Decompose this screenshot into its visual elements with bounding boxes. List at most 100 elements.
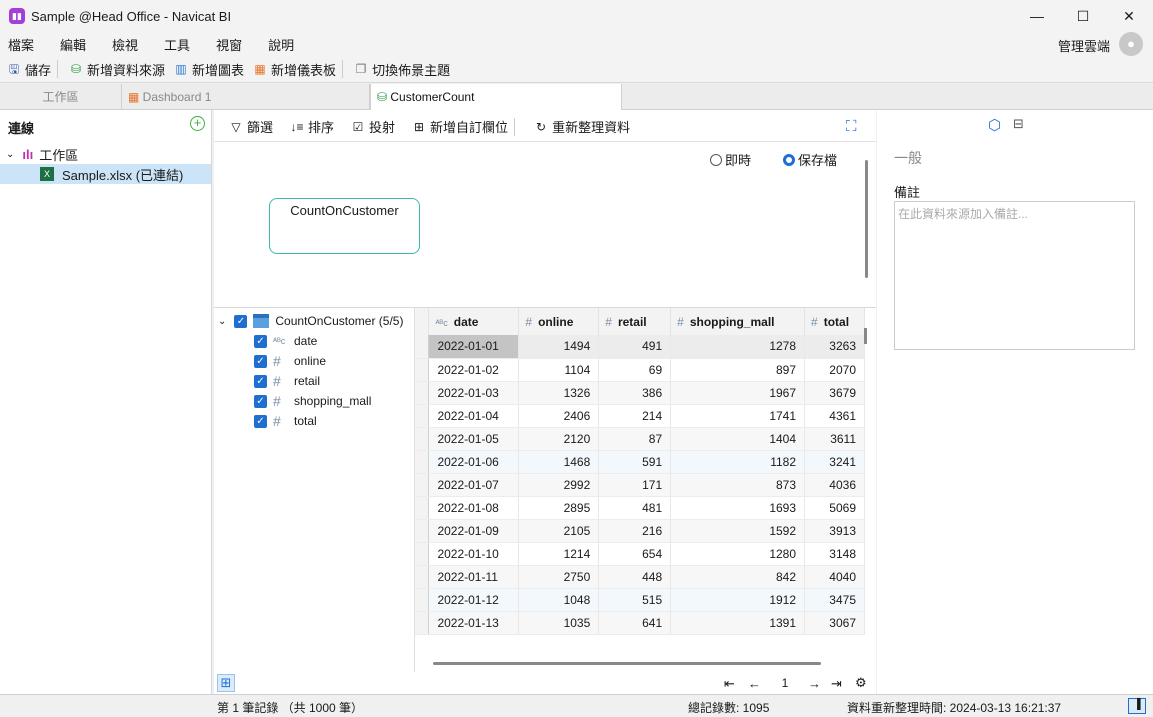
cell-date[interactable]: 2022-01-11 bbox=[428, 565, 520, 589]
cell-shopping-mall[interactable]: 1278 bbox=[670, 335, 806, 359]
settings-icon[interactable]: ⚙ bbox=[855, 675, 867, 691]
cell-online[interactable]: 2105 bbox=[518, 519, 600, 543]
table-row[interactable]: 2022-01-09 2105 216 1592 3913 bbox=[415, 519, 865, 543]
tab-customercount[interactable]: ⛁ CustomerCount bbox=[370, 84, 622, 111]
table-row[interactable]: 2022-01-13 1035 641 1391 3067 bbox=[415, 611, 865, 635]
cell-retail[interactable]: 591 bbox=[598, 450, 672, 474]
sort-button[interactable]: ↓≡ 排序 bbox=[289, 117, 335, 136]
menu-file[interactable]: 檔案 bbox=[8, 35, 34, 54]
cell-total[interactable]: 3241 bbox=[804, 450, 865, 474]
horizontal-scrollbar[interactable] bbox=[433, 662, 821, 665]
cell-online[interactable]: 2750 bbox=[518, 565, 600, 589]
cell-date[interactable]: 2022-01-04 bbox=[428, 404, 520, 428]
row-header[interactable] bbox=[415, 358, 430, 382]
cell-date[interactable]: 2022-01-01 bbox=[428, 335, 520, 359]
filter-button[interactable]: ▽ 篩選 bbox=[228, 117, 273, 136]
cell-retail[interactable]: 171 bbox=[598, 473, 672, 497]
cell-online[interactable]: 1468 bbox=[518, 450, 600, 474]
column-header-retail[interactable]: # retail bbox=[598, 308, 672, 335]
minimize-button[interactable]: — bbox=[1014, 0, 1060, 32]
cell-retail[interactable]: 386 bbox=[598, 381, 672, 405]
table-row[interactable]: 2022-01-04 2406 214 1741 4361 bbox=[415, 404, 865, 428]
column-header-total[interactable]: # total bbox=[804, 308, 865, 335]
table-row[interactable]: 2022-01-01 1494 491 1278 3263 bbox=[415, 335, 865, 359]
data-grid[interactable]: ᴬᴮc date # online # retail # shopping_mall #… bbox=[415, 308, 865, 638]
table-row[interactable]: 2022-01-05 2120 87 1404 3611 bbox=[415, 427, 865, 451]
cell-retail[interactable]: 491 bbox=[598, 335, 672, 359]
table-row[interactable]: 2022-01-03 1326 386 1967 3679 bbox=[415, 381, 865, 405]
cell-shopping-mall[interactable]: 1280 bbox=[670, 542, 806, 566]
cell-shopping-mall[interactable]: 873 bbox=[670, 473, 806, 497]
new-dashboard-button[interactable]: ▦ 新增儀表板 bbox=[252, 60, 336, 79]
cell-shopping-mall[interactable]: 842 bbox=[670, 565, 806, 589]
field-row-online[interactable]: ✓ # online bbox=[254, 351, 326, 371]
add-connection-icon[interactable]: + bbox=[190, 116, 205, 131]
tab-workspace[interactable]: 工作區 bbox=[0, 84, 122, 110]
tree-workspace[interactable]: ⌄ ılı 工作區 bbox=[6, 145, 78, 164]
cell-date[interactable]: 2022-01-02 bbox=[428, 358, 520, 382]
project-button[interactable]: ☑ 投射 bbox=[350, 117, 395, 136]
last-page-icon[interactable]: ⇥ bbox=[831, 676, 842, 692]
tab-dashboard-1[interactable]: ▦ Dashboard 1 bbox=[122, 84, 370, 110]
column-header-shopping-mall[interactable]: # shopping_mall bbox=[670, 308, 806, 335]
switch-theme-button[interactable]: ❐ 切換佈景主題 bbox=[353, 60, 450, 79]
row-header[interactable] bbox=[415, 381, 430, 405]
avatar-icon[interactable]: ● bbox=[1119, 32, 1143, 56]
cell-date[interactable]: 2022-01-12 bbox=[428, 588, 520, 612]
cell-online[interactable]: 2406 bbox=[518, 404, 600, 428]
table-row[interactable]: 2022-01-12 1048 515 1912 3475 bbox=[415, 588, 865, 612]
row-header[interactable] bbox=[415, 404, 430, 428]
checkbox-icon[interactable]: ✓ bbox=[254, 374, 267, 388]
prev-page-icon[interactable]: ← bbox=[748, 676, 761, 691]
cell-online[interactable]: 1326 bbox=[518, 381, 600, 405]
maximize-button[interactable]: ☐ bbox=[1060, 0, 1106, 32]
structure-icon[interactable]: ⊟ bbox=[1013, 116, 1024, 132]
cell-shopping-mall[interactable]: 1967 bbox=[670, 381, 806, 405]
menu-edit[interactable]: 編輯 bbox=[60, 35, 86, 54]
column-header-online[interactable]: # online bbox=[518, 308, 600, 335]
checkbox-icon[interactable]: ✓ bbox=[254, 414, 267, 428]
table-row[interactable]: 2022-01-10 1214 654 1280 3148 bbox=[415, 542, 865, 566]
cell-total[interactable]: 4040 bbox=[804, 565, 865, 589]
add-custom-field-button[interactable]: ⊞ 新增自訂欄位 bbox=[411, 117, 508, 136]
cell-total[interactable]: 4361 bbox=[804, 404, 865, 428]
cell-total[interactable]: 2070 bbox=[804, 358, 865, 382]
menu-view[interactable]: 檢視 bbox=[112, 35, 138, 54]
cell-shopping-mall[interactable]: 1391 bbox=[670, 611, 806, 635]
cell-total[interactable]: 3475 bbox=[804, 588, 865, 612]
checkbox-icon[interactable]: ✓ bbox=[254, 394, 267, 408]
field-row-retail[interactable]: ✓ # retail bbox=[254, 371, 320, 391]
table-row[interactable]: 2022-01-08 2895 481 1693 5069 bbox=[415, 496, 865, 520]
column-header-date[interactable]: ᴬᴮc date bbox=[428, 308, 520, 335]
cell-shopping-mall[interactable]: 897 bbox=[670, 358, 806, 382]
cell-shopping-mall[interactable]: 1912 bbox=[670, 588, 806, 612]
cell-retail[interactable]: 654 bbox=[598, 542, 672, 566]
cell-total[interactable]: 4036 bbox=[804, 473, 865, 497]
cell-total[interactable]: 3679 bbox=[804, 381, 865, 405]
cell-date[interactable]: 2022-01-03 bbox=[428, 381, 520, 405]
cell-shopping-mall[interactable]: 1693 bbox=[670, 496, 806, 520]
row-header[interactable] bbox=[415, 335, 430, 359]
cell-date[interactable]: 2022-01-08 bbox=[428, 496, 520, 520]
cell-shopping-mall[interactable]: 1741 bbox=[670, 404, 806, 428]
cell-total[interactable]: 5069 bbox=[804, 496, 865, 520]
tree-file-sample[interactable]: X Sample.xlsx (已連結) bbox=[0, 164, 211, 184]
first-page-icon[interactable]: ⇤ bbox=[724, 676, 735, 692]
row-header[interactable] bbox=[415, 496, 430, 520]
menu-window[interactable]: 視窗 bbox=[216, 35, 242, 54]
checkbox-icon[interactable]: ✓ bbox=[254, 334, 267, 348]
cell-online[interactable]: 1494 bbox=[518, 335, 600, 359]
field-row-shopping-mall[interactable]: ✓ # shopping_mall bbox=[254, 391, 371, 411]
cell-retail[interactable]: 216 bbox=[598, 519, 672, 543]
cell-date[interactable]: 2022-01-07 bbox=[428, 473, 520, 497]
page-number-input[interactable]: 1 bbox=[767, 673, 803, 693]
cell-online[interactable]: 2895 bbox=[518, 496, 600, 520]
panel-toggle-icon[interactable]: ▐ bbox=[1128, 698, 1146, 714]
close-button[interactable]: ✕ bbox=[1106, 0, 1152, 32]
cell-retail[interactable]: 481 bbox=[598, 496, 672, 520]
cell-retail[interactable]: 69 bbox=[598, 358, 672, 382]
row-header[interactable] bbox=[415, 427, 430, 451]
account-label[interactable]: 管理雲端 bbox=[1058, 36, 1110, 55]
cell-retail[interactable]: 87 bbox=[598, 427, 672, 451]
field-row-date[interactable]: ✓ ᴬᴮc date bbox=[254, 331, 317, 351]
